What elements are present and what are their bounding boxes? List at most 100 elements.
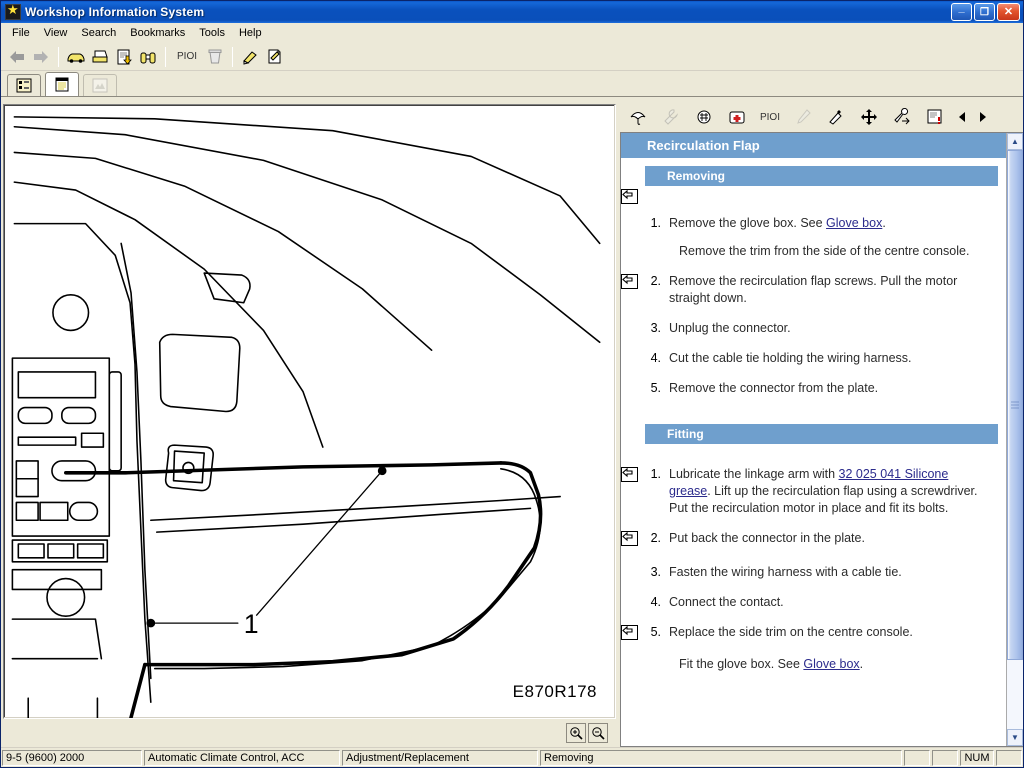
tab-tree-view[interactable] xyxy=(7,74,41,96)
step-flag-spacer xyxy=(621,564,643,565)
note-alert-icon[interactable] xyxy=(919,105,951,129)
diagram-reference-code: E870R178 xyxy=(512,682,597,701)
step-number: 3. xyxy=(650,565,661,579)
document-scroll-content: Recirculation Flap Removing 1. Remove th… xyxy=(621,133,1006,746)
minimize-button[interactable] xyxy=(951,3,972,21)
list-item: 5. Replace the side trim on the centre c… xyxy=(621,624,998,645)
main-toolbar: PIOI xyxy=(1,43,1023,71)
zoom-in-icon[interactable] xyxy=(566,723,586,743)
step-text: Put back the connector in the plate. xyxy=(669,531,865,545)
umbrella-icon[interactable] xyxy=(622,105,654,129)
link-silicone-grease[interactable]: 32 025 041 Silicone grease xyxy=(669,467,948,498)
step-flag-spacer xyxy=(621,350,643,351)
back-reference-icon[interactable] xyxy=(621,624,643,645)
list-item: 1. Remove the glove box. See Glove box. xyxy=(625,215,998,232)
hand-tool-icon[interactable] xyxy=(886,105,918,129)
list-item: 3. Unplug the connector. xyxy=(625,320,998,337)
diagram-zoom-bar xyxy=(3,719,616,747)
scroll-track[interactable] xyxy=(1007,150,1023,729)
close-button[interactable] xyxy=(997,3,1020,21)
pioi-button[interactable]: PIOI xyxy=(754,105,786,129)
step-number: 2. xyxy=(650,274,661,288)
tab-document-view[interactable] xyxy=(45,72,79,96)
document-toolbar: PIOI xyxy=(618,102,1023,132)
annotate-icon[interactable] xyxy=(262,45,286,69)
wrench-icon xyxy=(655,105,687,129)
list-item: Fit the glove box. See Glove box. xyxy=(625,656,998,673)
document-inner: Removing 1. Remove the glove box. See Gl… xyxy=(621,166,1006,673)
maximize-button[interactable] xyxy=(974,3,995,21)
prev-arrow-icon[interactable] xyxy=(952,105,972,129)
menu-search[interactable]: Search xyxy=(74,25,123,41)
status-spacer-1 xyxy=(904,749,930,766)
scroll-thumb[interactable] xyxy=(1007,150,1023,660)
menu-file[interactable]: File xyxy=(5,25,37,41)
document-vertical-scrollbar[interactable]: ▲ ▼ xyxy=(1006,133,1023,746)
back-reference-icon[interactable] xyxy=(621,188,643,209)
pioi-button[interactable]: PIOI xyxy=(171,45,203,69)
scroll-thumb-grip xyxy=(1011,401,1019,409)
trash-icon[interactable] xyxy=(203,45,227,69)
step-text: Replace the side trim on the centre cons… xyxy=(669,625,913,639)
step-number: 4. xyxy=(650,351,661,365)
workspace: 1 E870R178 PIOI Recirculation Flap Remov… xyxy=(1,102,1023,747)
title-bar: Workshop Information System xyxy=(1,1,1023,23)
step-number: 5. xyxy=(650,381,661,395)
back-reference-icon[interactable] xyxy=(621,466,643,487)
zoom-out-icon[interactable] xyxy=(588,723,608,743)
tools-icon[interactable] xyxy=(820,105,852,129)
status-spacer-2 xyxy=(932,749,958,766)
step-text: Remove the recirculation flap screws. Pu… xyxy=(669,274,958,305)
list-item: 2. Remove the recirculation flap screws.… xyxy=(621,273,998,307)
step-flag-spacer xyxy=(621,380,643,381)
print-icon[interactable] xyxy=(88,45,112,69)
list-item: 4. Connect the contact. xyxy=(625,594,998,611)
list-item: 2. Put back the connector in the plate. xyxy=(621,530,998,551)
step-flag-spacer xyxy=(621,215,643,216)
menu-tools[interactable]: Tools xyxy=(192,25,232,41)
menu-bookmarks[interactable]: Bookmarks xyxy=(123,25,192,41)
first-aid-icon[interactable] xyxy=(721,105,753,129)
section-heading-fitting: Fitting xyxy=(645,424,998,444)
step-text: Lubricate the linkage arm with 32 025 04… xyxy=(669,467,978,515)
step-flag-spacer xyxy=(621,320,643,321)
step-text: Unplug the connector. xyxy=(669,321,791,335)
diagram-canvas[interactable]: 1 E870R178 xyxy=(3,104,616,719)
highlighter-icon[interactable] xyxy=(238,45,262,69)
status-model: 9-5 (9600) 2000 xyxy=(2,749,142,766)
download-doc-icon[interactable] xyxy=(112,45,136,69)
scroll-down-icon[interactable]: ▼ xyxy=(1007,729,1023,746)
section-flag-removing xyxy=(621,188,998,209)
scroll-up-icon[interactable]: ▲ xyxy=(1007,133,1023,150)
engine-icon[interactable] xyxy=(688,105,720,129)
view-tab-strip xyxy=(1,71,1023,97)
back-icon[interactable] xyxy=(5,45,29,69)
menu-help[interactable]: Help xyxy=(232,25,269,41)
menu-view[interactable]: View xyxy=(37,25,75,41)
forward-icon[interactable] xyxy=(29,45,53,69)
status-num-lock: NUM xyxy=(960,749,994,766)
back-reference-icon[interactable] xyxy=(621,530,643,551)
status-operation: Removing xyxy=(540,749,902,766)
status-bar: 9-5 (9600) 2000 Automatic Climate Contro… xyxy=(1,747,1023,767)
vehicle-icon[interactable] xyxy=(64,45,88,69)
step-number: 1. xyxy=(650,467,661,481)
document-body: Recirculation Flap Removing 1. Remove th… xyxy=(620,132,1023,747)
list-item: 3. Fasten the wiring harness with a cabl… xyxy=(625,564,998,581)
steps-removing: 1. Remove the glove box. See Glove box. … xyxy=(621,215,998,397)
link-glove-box[interactable]: Glove box xyxy=(803,657,859,671)
steps-fitting: 1. Lubricate the linkage arm with 32 025… xyxy=(621,466,998,673)
step-number: 1. xyxy=(650,216,661,230)
back-reference-icon[interactable] xyxy=(621,273,643,294)
status-category: Adjustment/Replacement xyxy=(342,749,538,766)
link-glove-box[interactable]: Glove box xyxy=(826,216,882,230)
tab-image-view xyxy=(83,74,117,96)
next-arrow-icon[interactable] xyxy=(973,105,993,129)
screwdriver-icon xyxy=(787,105,819,129)
move-icon[interactable] xyxy=(853,105,885,129)
dashboard-line-drawing: 1 xyxy=(11,116,601,718)
binoculars-icon[interactable] xyxy=(136,45,160,69)
star-app-icon xyxy=(5,2,21,20)
application-window: Workshop Information System File View Se… xyxy=(0,0,1024,768)
window-controls xyxy=(951,3,1020,21)
